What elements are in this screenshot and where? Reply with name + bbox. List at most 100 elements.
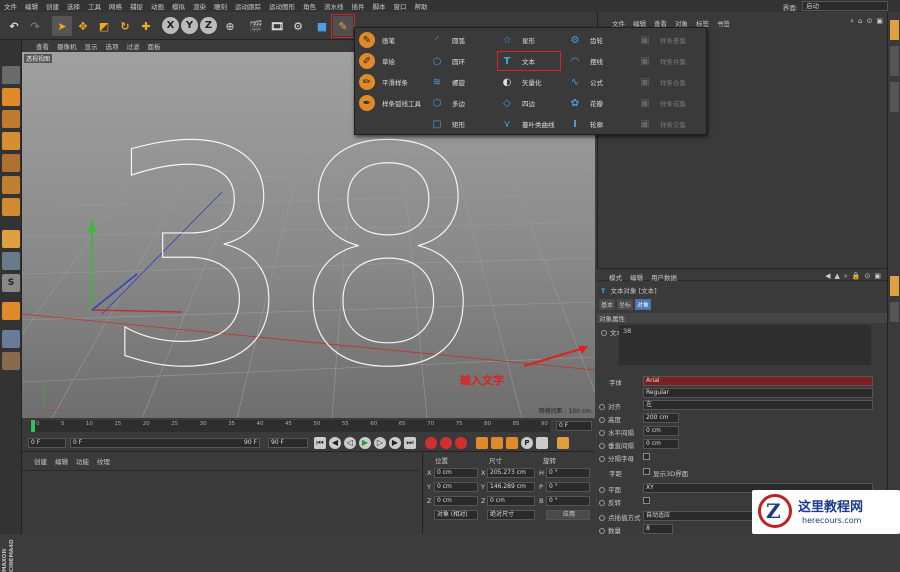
next-frame-icon[interactable]: ▷ <box>374 437 386 449</box>
vp-menu-panel[interactable]: 面板 <box>148 41 161 51</box>
back-icon[interactable]: ◀ <box>825 272 830 281</box>
prev-key-icon[interactable]: ◀ <box>329 437 341 449</box>
mat-menu-function[interactable]: 功能 <box>76 456 89 466</box>
vp-menu-filter[interactable]: 过滤 <box>127 41 140 51</box>
polygons-mode-icon[interactable] <box>2 198 20 216</box>
obj-menu-view[interactable]: 查看 <box>654 18 667 28</box>
scale-key-icon[interactable] <box>491 437 503 449</box>
start-frame-field[interactable]: 0 F <box>28 438 66 448</box>
spline-flower-item[interactable]: ✿ 花瓣 <box>567 94 603 112</box>
lock-icon[interactable]: 🔒 <box>852 272 861 281</box>
vp-menu-options[interactable]: 选项 <box>106 41 119 51</box>
filter-icon[interactable]: ⊙ <box>867 17 873 26</box>
edges-mode-icon[interactable] <box>2 176 20 194</box>
hspace-field[interactable]: 0 cm <box>643 426 679 436</box>
spline-star-item[interactable]: ☆ 星形 <box>499 31 535 49</box>
tab-coord[interactable]: 坐标 <box>617 299 634 310</box>
home-icon[interactable]: ⌂ <box>858 17 862 26</box>
separate-checkbox[interactable] <box>643 453 650 460</box>
filter-icon[interactable]: ⊙ <box>865 272 871 281</box>
spline-sketch-item[interactable]: ✐ 草绘 <box>359 52 395 70</box>
vp-menu-view[interactable]: 查看 <box>36 41 49 51</box>
spline-or-item[interactable]: ▣ 样条或集 <box>637 94 686 112</box>
spline-4side-item[interactable]: ◇ 四边 <box>499 94 535 112</box>
spline-subtract-item[interactable]: ▣ 样条差集 <box>637 31 686 49</box>
redo-icon[interactable]: ↷ <box>25 16 45 36</box>
search-icon[interactable]: ⌕ <box>850 17 854 26</box>
timeline-window-icon[interactable] <box>557 437 569 449</box>
menu-sculpt[interactable]: 雕刻 <box>214 1 227 11</box>
show3d-checkbox[interactable] <box>643 468 650 475</box>
workplane-icon[interactable] <box>2 132 20 150</box>
render-picture-icon[interactable]: 🎞 <box>267 16 287 36</box>
menu-animate[interactable]: 动画 <box>151 1 164 11</box>
attr-menu-userdata[interactable]: 用户数据 <box>651 272 677 282</box>
font-style-select[interactable]: Regular <box>643 388 873 398</box>
layout-select[interactable]: 启动 <box>802 1 888 11</box>
coord-mode-select[interactable]: 对象 (相对) <box>434 510 478 520</box>
spline-pen-item[interactable]: ✎ 画笔 <box>359 31 395 49</box>
scale-tool-icon[interactable]: ◩ <box>94 16 114 36</box>
menu-render[interactable]: 渲染 <box>193 1 206 11</box>
tab-objects[interactable] <box>890 20 899 40</box>
menu-script[interactable]: 脚本 <box>373 1 386 11</box>
coord-system-icon[interactable]: ⊕ <box>220 16 240 36</box>
anim-dot[interactable] <box>601 330 607 336</box>
obj-menu-tags[interactable]: 标签 <box>696 18 709 28</box>
pos-y-field[interactable]: 0 cm <box>434 482 478 492</box>
section-object-properties[interactable]: 对象属性 <box>597 313 887 323</box>
axis-mode-icon[interactable] <box>2 230 20 248</box>
vp-menu-display[interactable]: 显示 <box>85 41 98 51</box>
spline-arc-item[interactable]: ◜ 圆弧 <box>429 31 465 49</box>
y-axis-icon[interactable]: Y <box>181 17 198 34</box>
layer-icon[interactable] <box>2 352 20 370</box>
apply-button[interactable]: 应用 <box>546 510 590 520</box>
attr-menu-edit[interactable]: 编辑 <box>630 272 643 282</box>
obj-menu-file[interactable]: 文件 <box>612 18 625 28</box>
spline-formula-item[interactable]: ∿ 公式 <box>567 73 603 91</box>
menu-edit[interactable]: 编辑 <box>25 1 38 11</box>
rotate-tool-icon[interactable]: ↻ <box>115 16 135 36</box>
z-axis-icon[interactable]: Z <box>200 17 217 34</box>
menu-character[interactable]: 角色 <box>303 1 316 11</box>
attr-menu-mode[interactable]: 模式 <box>609 272 622 282</box>
snap-icon[interactable]: S <box>2 274 20 292</box>
make-editable-icon[interactable] <box>2 66 20 84</box>
move-tool-icon[interactable]: ✥ <box>73 16 93 36</box>
pla-key-icon[interactable] <box>536 437 548 449</box>
timeline-playhead[interactable] <box>31 420 35 432</box>
spline-helix-item[interactable]: ≋ 螺旋 <box>429 73 465 91</box>
spline-rectangle-item[interactable]: ▢ 矩形 <box>429 115 465 133</box>
spline-circle-item[interactable]: ○ 圆环 <box>429 52 465 70</box>
spline-arc-tool-item[interactable]: ✒ 样条弧线工具 <box>359 94 421 112</box>
menu-plugins[interactable]: 插件 <box>352 1 365 11</box>
cube-icon[interactable]: ■ <box>312 16 332 36</box>
menu-motion-tracking[interactable]: 运动跟踪 <box>235 1 261 11</box>
rotation-key-icon[interactable] <box>506 437 518 449</box>
size-mode-select[interactable]: 绝对尺寸 <box>487 510 535 520</box>
undo-icon[interactable]: ↶ <box>4 16 24 36</box>
tab-content-browser[interactable] <box>890 82 899 112</box>
spline-smooth-item[interactable]: ✏ 平滑样条 <box>359 73 408 91</box>
pos-x-field[interactable]: 0 cm <box>434 468 478 478</box>
spline-cog-item[interactable]: ⚙ 齿轮 <box>567 31 603 49</box>
align-select[interactable]: 左 <box>643 400 873 410</box>
height-field[interactable]: 200 cm <box>643 413 679 423</box>
size-z-field[interactable]: 0 cm <box>487 496 535 506</box>
preview-range-slider[interactable]: 0 F 90 F <box>70 438 260 448</box>
keyframe-selection-icon[interactable] <box>455 437 467 449</box>
up-icon[interactable]: ▲ <box>834 272 839 281</box>
reverse-checkbox[interactable] <box>643 497 650 504</box>
tab-attributes[interactable] <box>890 276 899 296</box>
obj-menu-bookmarks[interactable]: 书签 <box>717 18 730 28</box>
menu-window[interactable]: 窗口 <box>394 1 407 11</box>
font-select[interactable]: Arial <box>643 376 873 386</box>
menu-create[interactable]: 创建 <box>46 1 59 11</box>
vp-menu-camera[interactable]: 摄像机 <box>57 41 77 51</box>
vspace-field[interactable]: 0 cm <box>643 439 679 449</box>
tweak-mode-icon[interactable] <box>2 252 20 270</box>
spline-and-item[interactable]: ▣ 样条合集 <box>637 73 686 91</box>
tab-layers[interactable] <box>890 302 899 322</box>
spline-union-item[interactable]: ▣ 样条并集 <box>637 52 686 70</box>
menu-tools[interactable]: 工具 <box>88 1 101 11</box>
